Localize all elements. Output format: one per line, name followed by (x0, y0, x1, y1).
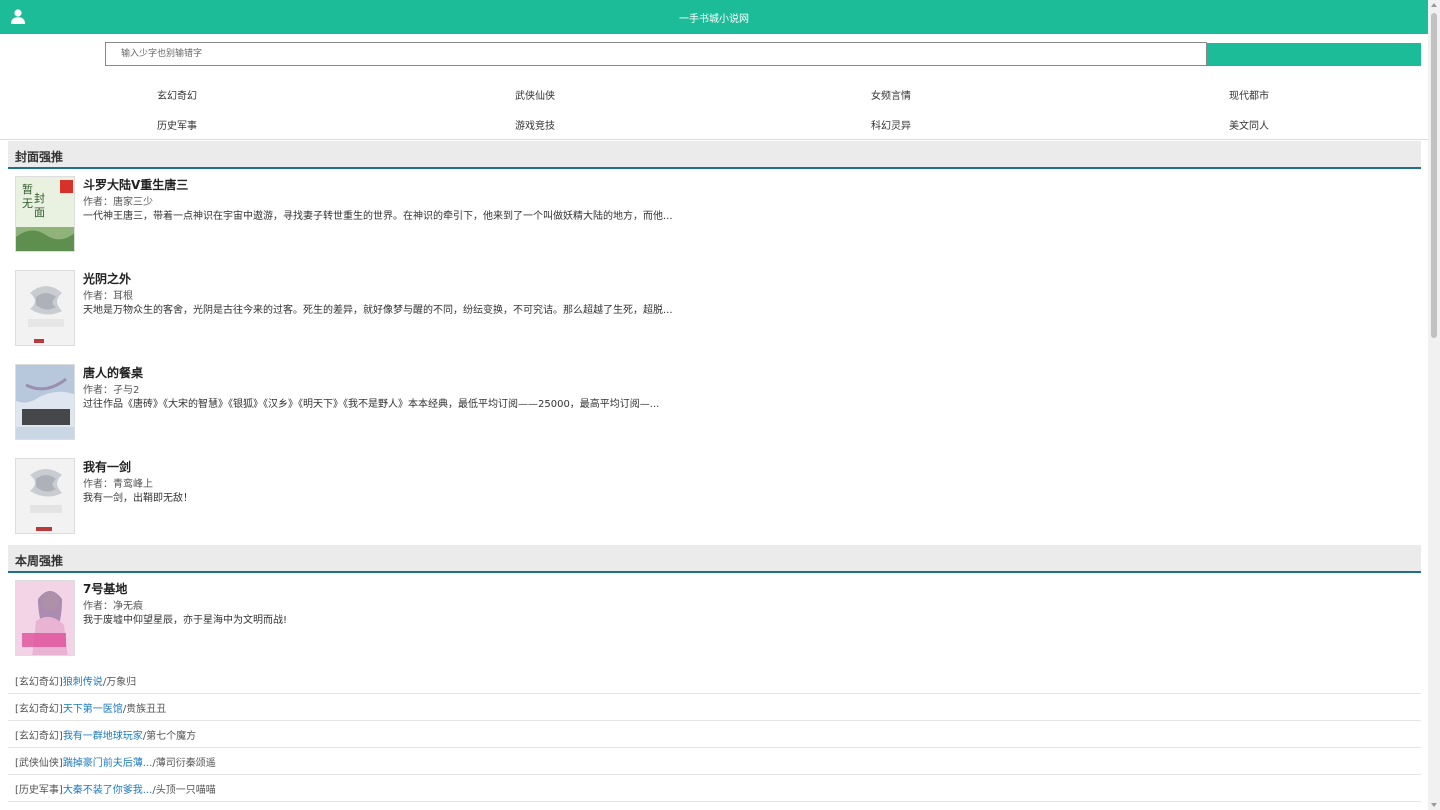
book-cover[interactable]: 暂 无 封 面 (15, 176, 75, 252)
list-item: [历史军事]大秦不装了你爹我.../头顶一只喵喵 (8, 775, 1421, 802)
list-item: [玄幻奇幻]我有一群地球玩家/第七个魔方 (8, 721, 1421, 748)
book-author: 作者：唐家三少 (83, 197, 153, 208)
book-description: 过往作品《唐砖》《大宋的智慧》《银狐》《汉乡》《明天下》《我不是野人》本本经典，… (83, 399, 660, 410)
book-author: 作者：孑与2 (83, 385, 140, 396)
section-title: 本周强推 (15, 554, 64, 568)
category-link[interactable]: 历史军事 (157, 117, 197, 132)
book-author: 作者：耳根 (83, 291, 133, 302)
divider (0, 139, 1428, 140)
book-item[interactable]: 光阴之外 作者：耳根 天地是万物众生的客舍，光阴是古往今来的过客。死生的差异，就… (15, 270, 1415, 346)
book-description: 天地是万物众生的客舍，光阴是古往今来的过客。死生的差异，就好像梦与醒的不同，纷纭… (83, 305, 673, 316)
svg-text:无: 无 (22, 197, 33, 210)
list-item-title-link[interactable]: 大秦不装了你爹我... (63, 785, 153, 796)
book-cover[interactable] (15, 458, 75, 534)
list-item-category: [玄幻奇幻] (15, 704, 63, 715)
category-link[interactable]: 女频言情 (871, 87, 911, 102)
book-description: 我于废墟中仰望星辰，亦于星海中为文明而战! (83, 615, 288, 626)
search-bar (105, 42, 1421, 66)
list-item-category: [武侠仙侠] (15, 758, 63, 769)
list-item-category: [玄幻奇幻] (15, 731, 63, 742)
list-item-author: /头顶一只喵喵 (152, 785, 216, 796)
list-item: [武侠仙侠]踹掉豪门前夫后薄.../薄司衍秦颂遥 (8, 748, 1421, 775)
site-title[interactable]: 一手书城小说网 (0, 10, 1428, 25)
book-title[interactable]: 光阴之外 (83, 270, 131, 287)
list-item-category: [历史军事] (15, 785, 63, 796)
book-cover[interactable] (15, 580, 75, 656)
book-description: 我有一剑，出鞘即无敌！ (83, 493, 193, 504)
list-item: [玄幻奇幻]天下第一医馆/贵族丑丑 (8, 694, 1421, 721)
book-title[interactable]: 斗罗大陆V重生唐三 (83, 176, 188, 193)
book-item[interactable]: 暂 无 封 面 斗罗大陆V重生唐三 作者：唐家三少 一代神王唐三，带着一点神识在… (15, 176, 1415, 252)
list-item-category: [玄幻奇幻] (15, 677, 63, 688)
book-author: 作者：净无痕 (83, 601, 143, 612)
list-item-title-link[interactable]: 天下第一医馆 (63, 704, 123, 715)
svg-text:暂: 暂 (22, 183, 33, 196)
list-item-author: /第七个魔方 (142, 731, 197, 742)
svg-text:封: 封 (34, 191, 45, 205)
category-link[interactable]: 美文同人 (1229, 117, 1269, 132)
book-item[interactable]: 唐人的餐桌 作者：孑与2 过往作品《唐砖》《大宋的智慧》《银狐》《汉乡》《明天下… (15, 364, 1415, 440)
search-button[interactable] (1207, 43, 1421, 66)
page-scrollbar[interactable] (1428, 0, 1440, 810)
top-header-bar: 一手书城小说网 (0, 0, 1428, 34)
category-nav: 玄幻奇幻 武侠仙侠 女频言情 现代都市 历史军事 游戏竞技 科幻灵异 美文同人 (0, 80, 1428, 138)
book-title[interactable]: 我有一剑 (83, 458, 131, 475)
book-title[interactable]: 唐人的餐桌 (83, 364, 143, 381)
book-cover[interactable] (15, 270, 75, 346)
list-item-title-link[interactable]: 踹掉豪门前夫后薄... (63, 758, 153, 769)
list-item-author: /贵族丑丑 (122, 704, 167, 715)
category-link[interactable]: 游戏竞技 (515, 117, 555, 132)
section-header-cover: 封面强推 (8, 141, 1421, 169)
list-item-author: /万象归 (102, 677, 137, 688)
section-header-weekly: 本周强推 (8, 545, 1421, 573)
list-item-author: /薄司衍秦颂遥 (152, 758, 216, 769)
book-author: 作者：青鸾峰上 (83, 479, 153, 490)
category-link[interactable]: 科幻灵异 (871, 117, 911, 132)
section-title: 封面强推 (15, 150, 64, 164)
book-item[interactable]: 7号基地 作者：净无痕 我于废墟中仰望星辰，亦于星海中为文明而战! (15, 580, 1415, 656)
scroll-up-arrow-icon[interactable] (1431, 3, 1437, 7)
book-title[interactable]: 7号基地 (83, 580, 127, 597)
list-item: [玄幻奇幻]狼刺传说/万象归 (8, 667, 1421, 694)
search-input[interactable] (105, 42, 1207, 66)
category-link[interactable]: 玄幻奇幻 (157, 87, 197, 102)
category-link[interactable]: 武侠仙侠 (515, 87, 555, 102)
category-link[interactable]: 现代都市 (1229, 87, 1269, 102)
scrollbar-thumb[interactable] (1431, 13, 1437, 338)
book-description: 一代神王唐三，带着一点神识在宇宙中遨游，寻找妻子转世重生的世界。在神识的牵引下，… (83, 211, 673, 222)
book-item[interactable]: 我有一剑 作者：青鸾峰上 我有一剑，出鞘即无敌！ (15, 458, 1415, 534)
book-cover[interactable] (15, 364, 75, 440)
list-item-title-link[interactable]: 我有一群地球玩家 (63, 731, 143, 742)
list-item-title-link[interactable]: 狼刺传说 (63, 677, 103, 688)
svg-text:面: 面 (34, 206, 45, 219)
scroll-down-arrow-icon[interactable] (1431, 803, 1437, 807)
